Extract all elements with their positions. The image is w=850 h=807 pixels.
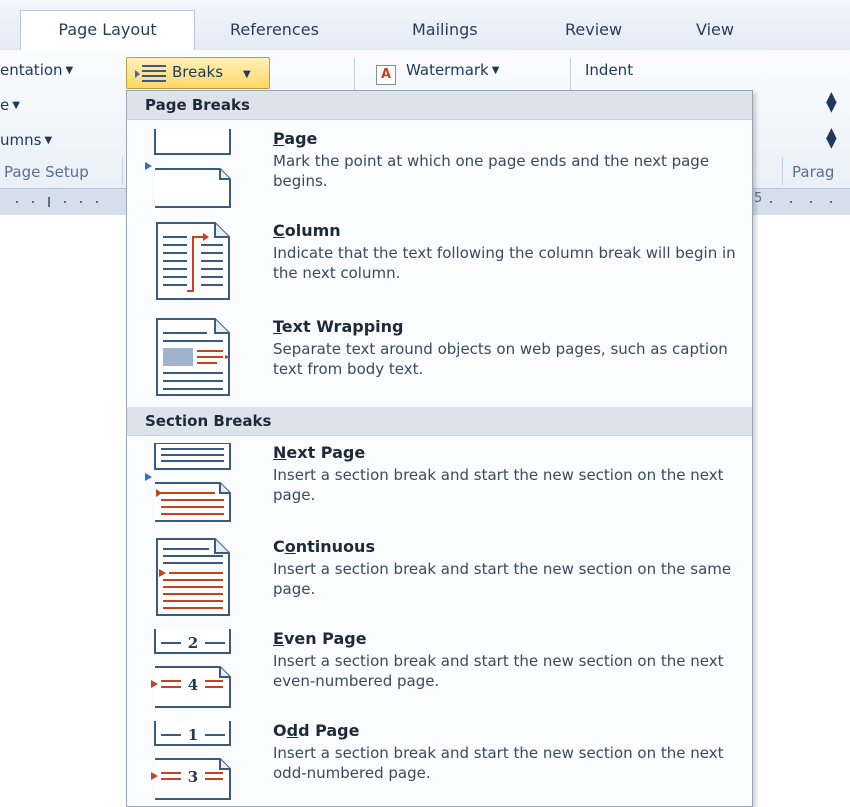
group-divider	[354, 58, 355, 90]
indent-label: Indent	[585, 61, 634, 79]
menu-item-next-page[interactable]: Next Page Insert a section break and sta…	[127, 443, 752, 522]
svg-text:4: 4	[188, 676, 198, 694]
menu-item-title: Column	[273, 221, 341, 240]
breaks-button[interactable]: Breaks ▼	[126, 57, 270, 89]
svg-text:3: 3	[188, 768, 198, 786]
breaks-label: Breaks	[172, 63, 224, 81]
watermark-button[interactable]: A Watermark ▼	[376, 61, 499, 85]
menu-item-odd-page[interactable]: 1 3 Odd Page Insert a section break and …	[127, 721, 752, 801]
group-divider	[782, 157, 783, 185]
page-breaks-header: Page Breaks	[127, 91, 752, 120]
watermark-label: Watermark	[406, 61, 489, 79]
tab-mailings[interactable]: Mailings	[412, 20, 478, 39]
breaks-icon	[135, 65, 166, 82]
menu-item-title: Next Page	[273, 443, 366, 462]
menu-item-description: Separate text around objects on web page…	[273, 340, 728, 378]
ruler-number: 5	[754, 191, 763, 206]
size-button[interactable]: e ▼	[0, 96, 20, 114]
menu-item-title: Odd Page	[273, 721, 360, 740]
group-divider	[122, 157, 123, 185]
menu-item-text-wrapping[interactable]: Text Wrapping Separate text around objec…	[127, 317, 752, 397]
menu-item-continuous[interactable]: Continuous Insert a section break and st…	[127, 537, 752, 617]
chevron-down-icon: ▼	[65, 65, 74, 76]
menu-item-description: Insert a section break and start the new…	[273, 652, 724, 690]
watermark-icon: A	[376, 65, 396, 85]
orientation-label: entation	[0, 61, 63, 79]
tab-view[interactable]: View	[696, 20, 734, 39]
ribbon-tab-bar: Page Layout References Mailings Review V…	[0, 0, 850, 51]
chevron-down-icon: ▼	[12, 100, 20, 111]
menu-item-page[interactable]: Page Mark the point at which one page en…	[127, 129, 752, 208]
menu-item-title: Even Page	[273, 629, 367, 648]
page-setup-group-label: Page Setup	[4, 163, 89, 181]
size-label: e	[0, 96, 10, 114]
svg-text:1: 1	[188, 726, 198, 744]
chevron-down-icon: ▼	[491, 65, 500, 76]
menu-item-description: Mark the point at which one page ends an…	[273, 152, 710, 190]
group-divider	[570, 58, 571, 90]
menu-item-title: Continuous	[273, 537, 375, 556]
tab-review[interactable]: Review	[565, 20, 622, 39]
paragraph-group-label: Parag	[792, 163, 835, 181]
menu-item-column[interactable]: Column Indicate that the text following …	[127, 221, 752, 301]
page-break-icon	[145, 129, 231, 208]
odd-page-icon: 1 3	[151, 721, 231, 800]
next-page-icon	[145, 443, 231, 522]
chevron-down-icon: ▼	[44, 135, 53, 146]
even-page-icon: 2 4	[151, 629, 231, 708]
breaks-dropdown-menu: Page Breaks Page Mark the point at which…	[126, 90, 753, 807]
menu-item-description: Insert a section break and start the new…	[273, 560, 732, 598]
tab-references[interactable]: References	[230, 20, 319, 39]
menu-item-title: Page	[273, 129, 318, 148]
menu-item-even-page[interactable]: 2 4 Even Page Insert a section break and…	[127, 629, 752, 708]
menu-item-description: Insert a section break and start the new…	[273, 466, 724, 504]
orientation-button[interactable]: entation ▼	[0, 61, 73, 79]
column-break-icon	[156, 222, 230, 300]
continuous-icon	[156, 538, 230, 616]
menu-item-description: Insert a section break and start the new…	[273, 744, 724, 782]
menu-item-title: Text Wrapping	[273, 317, 404, 336]
svg-text:2: 2	[188, 634, 198, 652]
columns-label: umns	[0, 131, 42, 149]
text-wrapping-icon	[156, 318, 230, 396]
section-breaks-header: Section Breaks	[127, 407, 752, 436]
chevron-down-icon: ▼	[243, 69, 251, 80]
columns-button[interactable]: umns ▼	[0, 131, 52, 149]
spinner-icon[interactable]: ▲ ▼	[826, 90, 837, 114]
menu-item-description: Indicate that the text following the col…	[273, 244, 736, 282]
tab-page-layout[interactable]: Page Layout	[20, 10, 195, 50]
spinner-icon[interactable]: ▲ ▼	[826, 126, 837, 150]
